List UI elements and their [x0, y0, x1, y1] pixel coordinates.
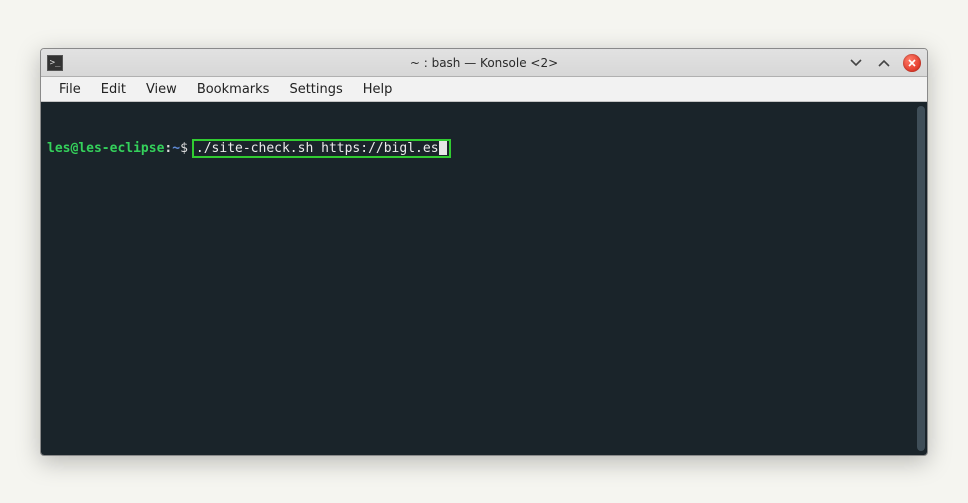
cursor-icon — [439, 141, 447, 155]
window-title: ~ : bash — Konsole <2> — [41, 56, 927, 70]
scrollbar[interactable] — [917, 106, 925, 451]
window-controls — [847, 54, 921, 72]
prompt-colon: : — [164, 140, 172, 157]
menu-view[interactable]: View — [136, 79, 187, 100]
maximize-button[interactable] — [875, 54, 893, 72]
command-text: ./site-check.sh https://bigl.es — [196, 140, 439, 157]
terminal-line: les@les-eclipse:~$ ./site-check.sh https… — [47, 140, 921, 157]
menu-file[interactable]: File — [49, 79, 91, 100]
app-icon: >_ — [47, 55, 63, 71]
menu-settings[interactable]: Settings — [279, 79, 352, 100]
command-highlight: ./site-check.sh https://bigl.es — [192, 139, 451, 158]
prompt-user: les — [47, 140, 70, 157]
prompt-symbol: $ — [180, 140, 188, 157]
terminal-area[interactable]: les@les-eclipse:~$ ./site-check.sh https… — [41, 102, 927, 455]
menu-edit[interactable]: Edit — [91, 79, 136, 100]
menu-help[interactable]: Help — [353, 79, 403, 100]
menu-bookmarks[interactable]: Bookmarks — [187, 79, 280, 100]
minimize-button[interactable] — [847, 54, 865, 72]
prompt-at: @ — [70, 140, 78, 157]
close-button[interactable] — [903, 54, 921, 72]
menubar: File Edit View Bookmarks Settings Help — [41, 77, 927, 102]
konsole-window: >_ ~ : bash — Konsole <2> File Edit View… — [40, 48, 928, 456]
prompt-path: ~ — [172, 140, 180, 157]
prompt-host: les-eclipse — [78, 140, 164, 157]
titlebar[interactable]: >_ ~ : bash — Konsole <2> — [41, 49, 927, 77]
